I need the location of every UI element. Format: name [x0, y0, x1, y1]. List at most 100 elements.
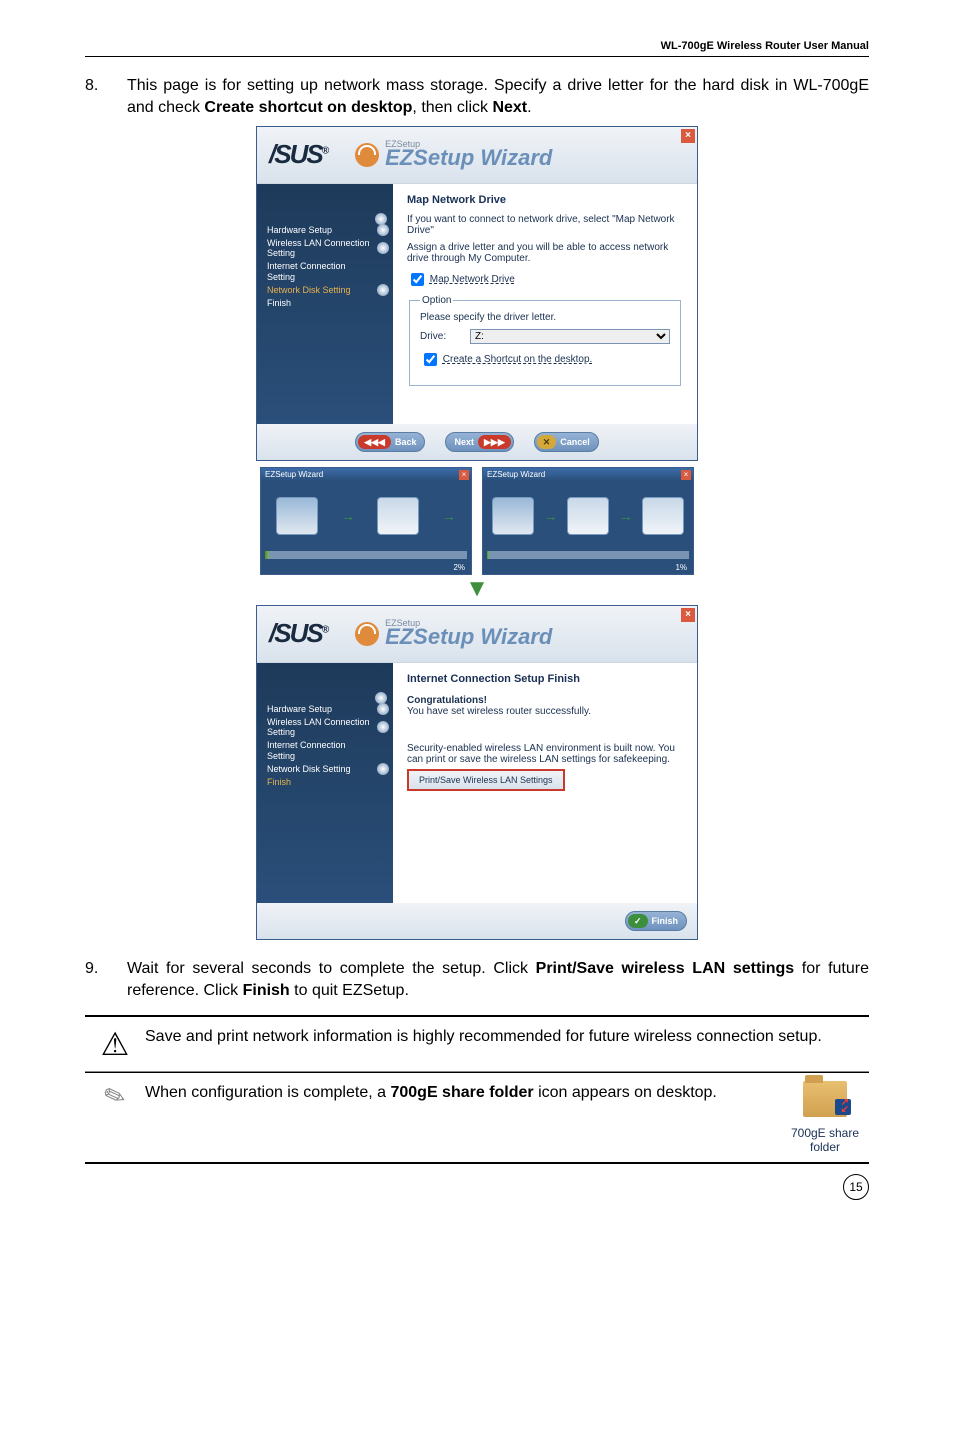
intro-text-2: Assign a drive letter and you will be ab…	[407, 242, 683, 264]
t-b: Finish	[243, 982, 290, 999]
back-button[interactable]: ◀◀◀Back	[355, 432, 425, 452]
sidebar-item-label: Wireless LAN Connection Setting	[267, 717, 370, 738]
ez-title: EZSetup Wizard	[385, 145, 552, 171]
sidebar-item-label: Hardware Setup	[267, 704, 332, 714]
sidebar-item-netdisk[interactable]: Network Disk Setting	[257, 763, 393, 776]
option-legend: Option	[420, 295, 453, 306]
wizard-sidebar: Hardware Setup Wireless LAN Connection S…	[257, 663, 393, 903]
sidebar-item-hardware[interactable]: Hardware Setup	[257, 224, 393, 237]
ez-title: EZSetup Wizard	[385, 624, 552, 650]
cancel-x-icon: ✕	[537, 435, 557, 449]
sidebar-item-label: Internet Connection Setting	[267, 261, 346, 282]
t: , then click	[412, 99, 492, 116]
t: .	[527, 99, 531, 116]
mini-title: EZSetup Wizard	[483, 468, 693, 481]
bullet-icon	[377, 721, 389, 733]
sidebar-item-internet[interactable]: Internet Connection Setting	[257, 739, 393, 763]
map-drive-label: Map Network Drive	[430, 274, 515, 285]
t-b: 700gE share folder	[390, 1084, 533, 1101]
reg-mark: ®	[322, 625, 327, 636]
arrow-icon: →	[341, 508, 355, 524]
cancel-button[interactable]: ✕Cancel	[534, 432, 599, 452]
bullet-icon	[377, 703, 389, 715]
wizard-content: Internet Connection Setup Finish Congrat…	[393, 663, 697, 903]
computer-icon	[276, 497, 318, 535]
step-9: 9. Wait for several seconds to complete …	[85, 958, 869, 1003]
close-icon[interactable]: ×	[459, 470, 469, 480]
reg-mark: ®	[322, 146, 327, 157]
map-drive-checkbox[interactable]	[411, 273, 424, 286]
wan-icon	[642, 497, 684, 535]
note-1: ⚠ Save and print network information is …	[85, 1015, 869, 1072]
close-icon[interactable]: ×	[681, 129, 695, 143]
env-text: Security-enabled wireless LAN environmen…	[407, 743, 683, 765]
content-title: Internet Connection Setup Finish	[407, 673, 683, 685]
page-number: 15	[85, 1174, 869, 1200]
progress-row: EZSetup Wizard × → → 2% EZSetup Wizard ×…	[257, 467, 697, 575]
wizard-sidebar: Hardware Setup Wireless LAN Connection S…	[257, 184, 393, 424]
close-icon[interactable]: ×	[681, 470, 691, 480]
page-num-val: 15	[843, 1174, 869, 1200]
next-arrow-icon: ▶▶▶	[478, 435, 511, 449]
next-button[interactable]: Next ▶▶▶	[445, 432, 513, 452]
progress-window-1: EZSetup Wizard × → → 2%	[260, 467, 472, 575]
progress-pct: 1%	[483, 563, 693, 574]
arrow-icon: →	[442, 508, 456, 524]
note-text: When configuration is complete, a 700gE …	[145, 1081, 781, 1105]
sidebar-item-label: Hardware Setup	[267, 225, 332, 235]
option-fieldset: Option Please specify the driver letter.…	[409, 295, 681, 386]
btn-label: Finish	[652, 916, 679, 926]
wizard-finish: × /SUS® EZSetup EZSetup Wizard Hardware …	[256, 605, 698, 940]
sidebar-item-hardware[interactable]: Hardware Setup	[257, 703, 393, 716]
sidebar-item-finish[interactable]: Finish	[257, 297, 393, 310]
step-number: 9.	[85, 958, 127, 1003]
btn-label: Cancel	[560, 437, 590, 447]
ezsetup-icon	[355, 622, 379, 646]
warning-icon: ⚠	[85, 1025, 145, 1063]
share-folder-icon: ↗↙ 700gE share folder	[781, 1081, 869, 1154]
arrow-icon: →	[619, 508, 633, 524]
drive-select[interactable]: Z:	[470, 329, 670, 344]
mini-title: EZSetup Wizard	[261, 468, 471, 481]
logo-text: /SUS	[269, 618, 322, 648]
back-arrow-icon: ◀◀◀	[358, 435, 391, 449]
wizard-title: EZSetup EZSetup Wizard	[355, 139, 552, 171]
shortcut-label: Create a Shortcut on the desktop.	[443, 354, 593, 365]
wizard-header: /SUS® EZSetup EZSetup Wizard	[257, 606, 697, 663]
manual-header: WL-700gE Wireless Router User Manual	[85, 40, 869, 56]
pen-icon: ✎	[85, 1081, 145, 1112]
progress-pct: 2%	[261, 563, 471, 574]
sidebar-item-label: Finish	[267, 777, 291, 787]
sidebar-item-internet[interactable]: Internet Connection Setting	[257, 260, 393, 284]
print-save-button[interactable]: Print/Save Wireless LAN Settings	[407, 769, 565, 791]
sidebar-item-label: Internet Connection Setting	[267, 740, 346, 761]
header-rule	[85, 56, 869, 57]
sidebar-item-wlan[interactable]: Wireless LAN Connection Setting	[257, 716, 393, 740]
wizard-footer: ✓Finish	[257, 903, 697, 939]
asus-logo: /SUS®	[269, 618, 327, 649]
sidebar-item-wlan[interactable]: Wireless LAN Connection Setting	[257, 237, 393, 261]
btn-label: Next	[454, 437, 474, 447]
close-icon[interactable]: ×	[681, 608, 695, 622]
sidebar-item-netdisk[interactable]: Network Disk Setting	[257, 284, 393, 297]
t-b: Next	[492, 99, 527, 116]
bullet-icon	[377, 284, 389, 296]
finish-button[interactable]: ✓Finish	[625, 911, 687, 931]
shortcut-checkbox[interactable]	[424, 353, 437, 366]
t: icon appears on desktop.	[534, 1084, 717, 1101]
progress-fill	[487, 551, 489, 559]
success-text: You have set wireless router successfull…	[407, 706, 683, 717]
sidebar-item-finish[interactable]: Finish	[257, 776, 393, 789]
down-arrow-icon: ▼	[85, 575, 869, 603]
logo-text: /SUS	[269, 139, 322, 169]
router-icon	[567, 497, 609, 535]
sidebar-item-label: Finish	[267, 298, 291, 308]
t: to quit EZSetup.	[290, 982, 409, 999]
progress-bar	[487, 551, 689, 559]
computer-icon	[492, 497, 534, 535]
intro-text: If you want to connect to network drive,…	[407, 214, 683, 236]
step-number: 8.	[85, 75, 127, 120]
content-title: Map Network Drive	[407, 194, 683, 206]
t: Wait for several seconds to complete the…	[127, 960, 536, 977]
note-text: Save and print network information is hi…	[145, 1025, 869, 1049]
